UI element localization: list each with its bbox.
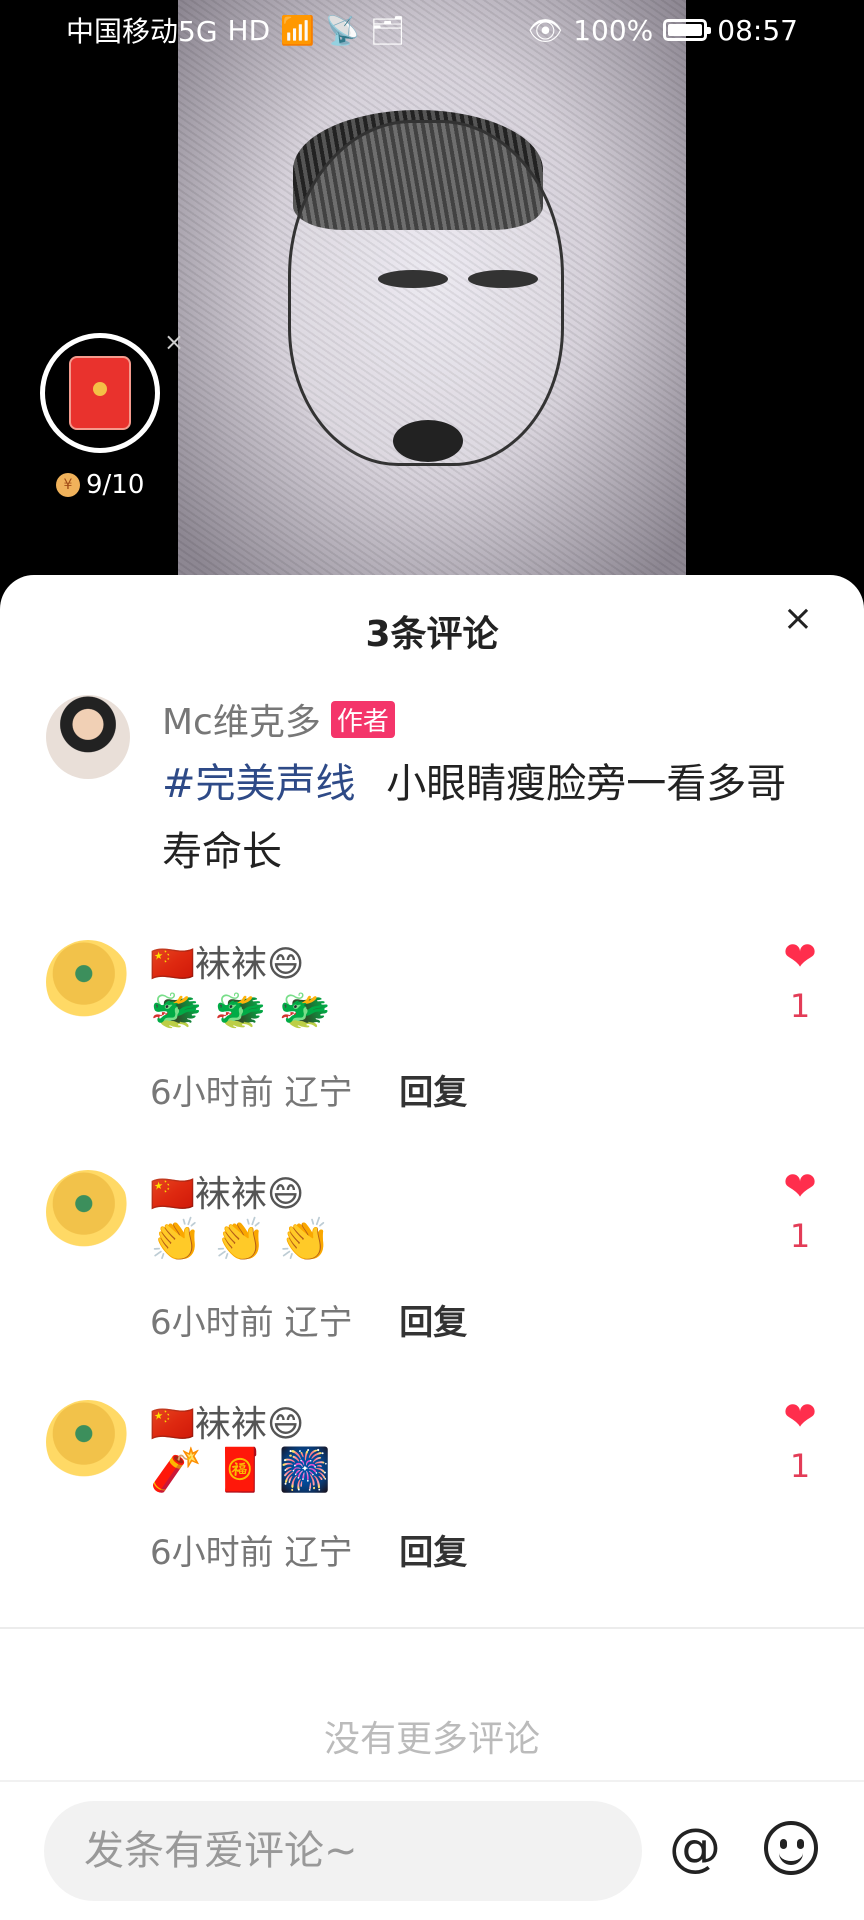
comment-emoji: 🧨🧧🎆 (150, 1445, 343, 1494)
footer-divider (0, 1780, 864, 1782)
comment-time-location: 6小时前 辽宁 (150, 1533, 353, 1573)
author-name-text: Mc维克多 (162, 702, 321, 743)
like-button[interactable]: ❤ 1 (780, 1397, 820, 1485)
video-frame[interactable] (178, 0, 686, 600)
no-more-comments-label: 没有更多评论 (323, 1719, 540, 1760)
face-sketch (288, 120, 564, 466)
comment-author-name: 🇨🇳袜袜😄 (150, 944, 305, 985)
author-post-text: #完美声线 小眼睛瘦脸旁一看多哥寿命长 (162, 750, 822, 886)
right-eye (468, 270, 538, 288)
hashtag-link[interactable]: #完美声线 (162, 761, 356, 807)
comment-meta: 6小时前 辽宁 回复 (150, 1295, 467, 1344)
like-count: 1 (789, 1447, 811, 1485)
heart-icon: ❤ (783, 1394, 817, 1440)
mention-icon[interactable]: @ (668, 1821, 722, 1875)
status-bar: 中国移动5G HD 📶 📡 🗂 👁 100% 08:57 (0, 0, 864, 60)
eye-icon: 👁 (527, 13, 564, 47)
comment-avatar[interactable] (46, 940, 130, 1024)
comment-input[interactable]: 发条有爱评论~ (44, 1801, 642, 1901)
comment-time-location: 6小时前 辽宁 (150, 1303, 353, 1343)
time-label: 08:57 (717, 13, 798, 47)
signal-icon: 📶 (280, 13, 316, 47)
red-packet-button[interactable] (40, 333, 160, 453)
battery-icon (663, 19, 712, 41)
battery-percent: 100% (573, 13, 654, 47)
like-button[interactable]: ❤ 1 (780, 1167, 820, 1255)
comment-emoji: 🐲🐲🐲 (150, 985, 343, 1034)
comment-meta: 6小时前 辽宁 回复 (150, 1065, 467, 1114)
video-background (0, 0, 864, 600)
emoji-icon[interactable] (764, 1821, 818, 1875)
comment-author-name: 🇨🇳袜袜😄 (150, 1174, 305, 1215)
author-avatar[interactable] (46, 695, 130, 779)
packet-count-text: 9/10 (86, 470, 145, 500)
packet-close-icon[interactable]: × (164, 328, 184, 356)
red-packet-icon (69, 356, 131, 430)
reply-button[interactable]: 回复 (399, 1073, 467, 1113)
comment-author-name: 🇨🇳袜袜😄 (150, 1404, 305, 1445)
author-badge: 作者 (330, 700, 395, 738)
left-eye (378, 270, 448, 288)
heart-icon: ❤ (783, 1164, 817, 1210)
reply-button[interactable]: 回复 (399, 1303, 467, 1343)
hd-icon: HD (227, 13, 271, 47)
like-count: 1 (789, 987, 811, 1025)
packet-count: ¥ 9/10 (56, 470, 144, 500)
coin-icon: ¥ (56, 473, 80, 497)
comment-emoji: 👏👏👏 (150, 1215, 343, 1264)
comment-avatar[interactable] (46, 1400, 130, 1484)
close-icon[interactable]: × (780, 601, 816, 637)
section-divider (0, 1627, 864, 1629)
heart-icon: ❤ (783, 934, 817, 980)
like-button[interactable]: ❤ 1 (780, 937, 820, 1025)
author-name: Mc维克多 作者 (162, 693, 395, 745)
like-count: 1 (789, 1217, 811, 1255)
comment-avatar[interactable] (46, 1170, 130, 1254)
comment-sheet: 3条评论 × Mc维克多 作者 #完美声线 小眼睛瘦脸旁一看多哥寿命长 🇨🇳袜袜… (0, 575, 864, 1920)
mouth-shape (393, 420, 463, 462)
carrier-label: 中国移动5G (66, 15, 218, 48)
reply-button[interactable]: 回复 (399, 1533, 467, 1573)
sheet-title: 3条评论 (365, 614, 499, 655)
wifi-icon: 📡 (325, 13, 360, 47)
briefcase-icon: 🗂 (369, 13, 406, 47)
comment-meta: 6小时前 辽宁 回复 (150, 1525, 467, 1574)
comment-time-location: 6小时前 辽宁 (150, 1073, 353, 1113)
